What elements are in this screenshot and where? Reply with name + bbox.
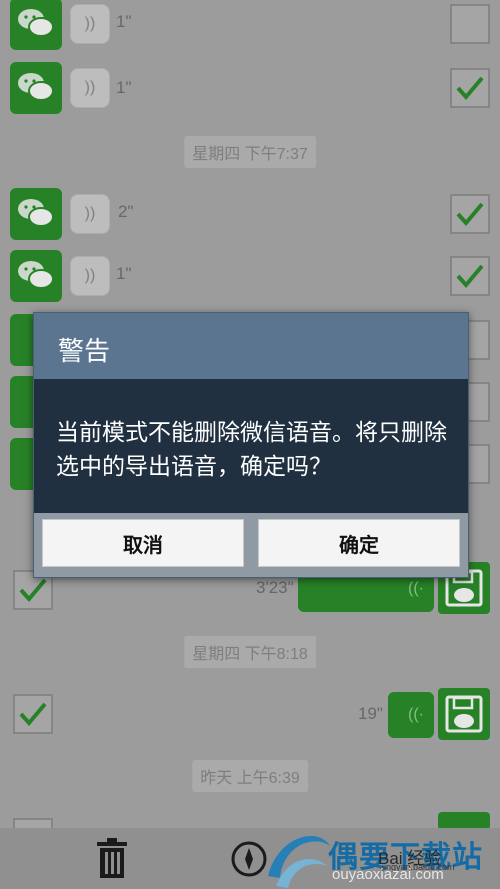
dialog-title: 警告 <box>58 336 111 366</box>
confirm-button[interactable]: 确定 <box>258 519 460 567</box>
dialog-message: 当前模式不能删除微信语音。将只删除选中的导出语音，确定吗？ <box>56 419 447 479</box>
cancel-button[interactable]: 取消 <box>42 519 244 567</box>
dialog-header: 警告 <box>34 313 468 379</box>
warning-dialog: 警告 当前模式不能删除微信语音。将只删除选中的导出语音，确定吗？ 取消 确定 <box>33 312 469 578</box>
dialog-footer: 取消 确定 <box>34 513 468 577</box>
